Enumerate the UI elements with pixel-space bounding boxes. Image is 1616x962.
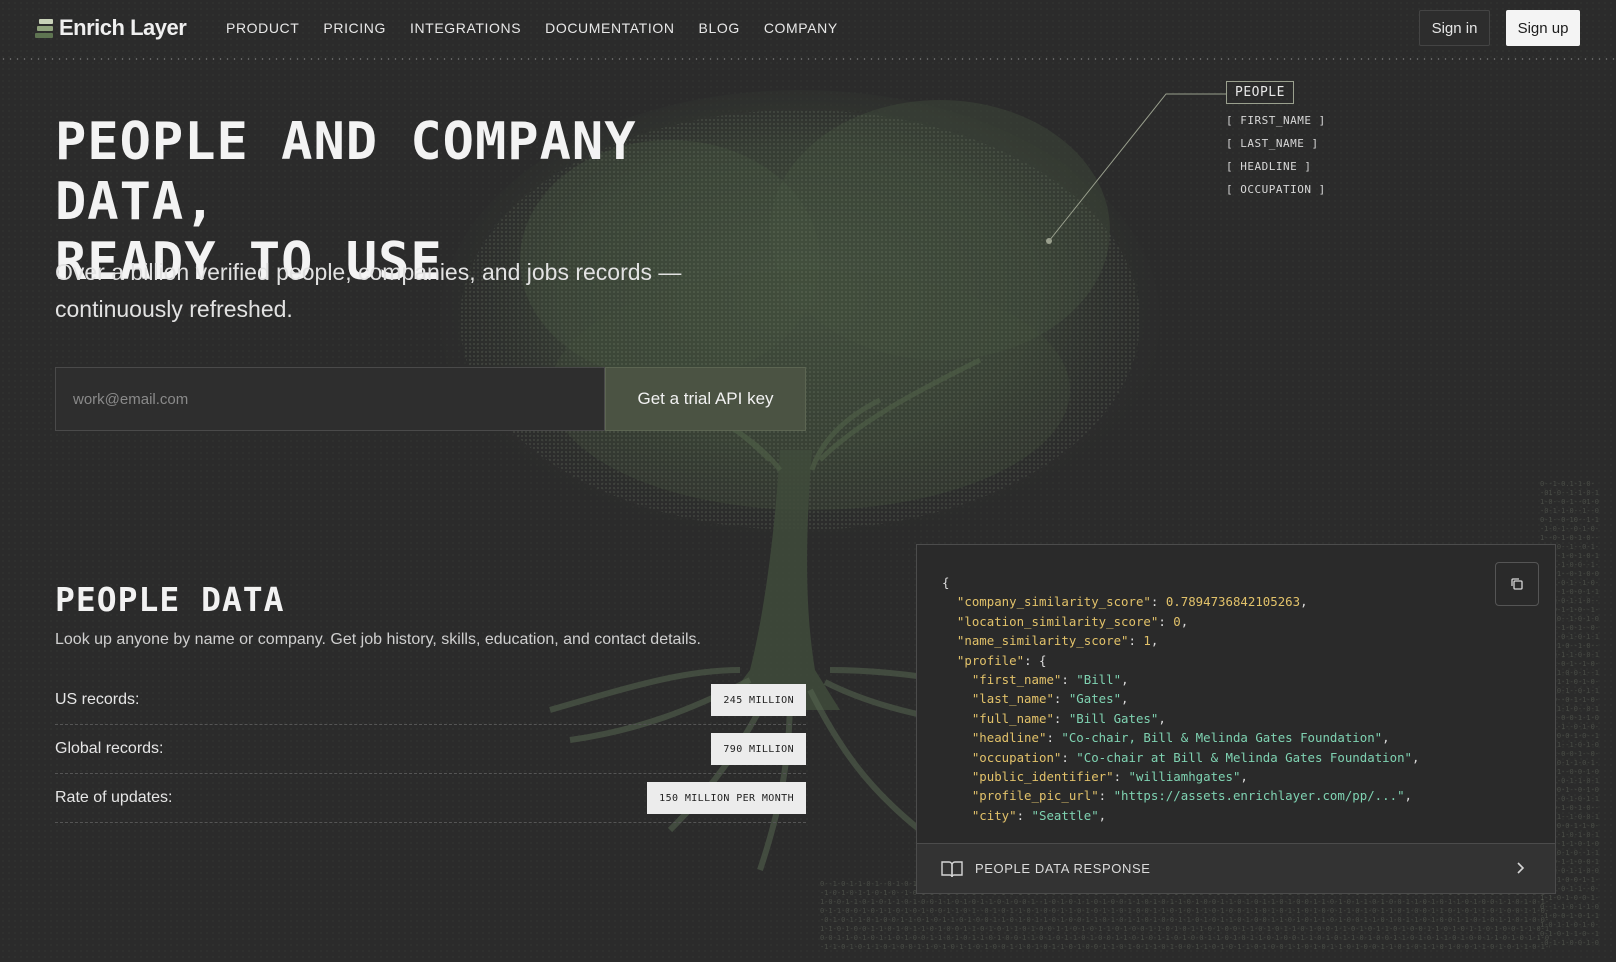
stat-badge: 245 MILLION bbox=[711, 684, 806, 716]
site-header: Enrich Layer PRODUCT PRICING INTEGRATION… bbox=[0, 0, 1616, 60]
hero-title-line-1: PEOPLE AND COMPANY DATA, bbox=[55, 112, 637, 232]
code-key: "location_similarity_score" bbox=[956, 613, 1159, 629]
code-string: "https://assets.enrichlayer.com/pp/..." bbox=[1113, 788, 1405, 804]
stat-row-us-records: US records: 245 MILLION bbox=[55, 676, 806, 725]
code-string: "Seattle" bbox=[1031, 807, 1099, 823]
code-key: "last_name" bbox=[971, 691, 1054, 707]
main-nav: PRODUCT PRICING INTEGRATIONS DOCUMENTATI… bbox=[226, 0, 838, 56]
schema-title: PEOPLE bbox=[1226, 81, 1294, 104]
code-key: "profile" bbox=[956, 652, 1025, 668]
code-number: 0.7894736842105263 bbox=[1165, 594, 1301, 610]
nav-documentation[interactable]: DOCUMENTATION bbox=[545, 20, 674, 36]
stat-badge: 790 MILLION bbox=[711, 733, 806, 765]
code-key: "first_name" bbox=[971, 672, 1062, 688]
code-line: "company_similarity_score": 0.7894736842… bbox=[956, 594, 1308, 610]
copy-button[interactable] bbox=[1495, 562, 1539, 606]
code-line: "last_name": "Gates", bbox=[971, 691, 1129, 707]
chevron-right-icon bbox=[1517, 862, 1525, 874]
people-data-description: Look up anyone by name or company. Get j… bbox=[55, 631, 701, 648]
code-line: "full_name": "Bill Gates", bbox=[971, 710, 1166, 726]
stat-row-global-records: Global records: 790 MILLION bbox=[55, 725, 806, 774]
code-line: "profile_pic_url": "https://assets.enric… bbox=[971, 788, 1412, 804]
code-key: "occupation" bbox=[971, 749, 1062, 765]
hero-subtitle: Over a billion verified people, companie… bbox=[55, 259, 682, 322]
code-line: "first_name": "Bill", bbox=[971, 672, 1129, 688]
code-line: "city": "Seattle", bbox=[971, 807, 1107, 823]
code-key: "company_similarity_score" bbox=[956, 594, 1151, 610]
code-key: "headline" bbox=[971, 730, 1047, 746]
stat-badge: 150 MILLION PER MONTH bbox=[647, 782, 806, 814]
email-input[interactable] bbox=[55, 367, 605, 431]
code-key: "full_name" bbox=[971, 710, 1054, 726]
logo-text: Enrich Layer bbox=[59, 15, 187, 40]
code-line: "name_similarity_score": 1, bbox=[956, 633, 1159, 649]
code-key: "profile_pic_url" bbox=[971, 788, 1099, 804]
stat-label: Rate of updates: bbox=[55, 789, 173, 806]
get-trial-api-key-button[interactable]: Get a trial API key bbox=[605, 367, 806, 431]
stat-row-rate-of-updates: Rate of updates: 150 MILLION PER MONTH bbox=[55, 774, 806, 823]
code-string: "Co-chair, Bill & Melinda Gates Foundati… bbox=[1061, 730, 1383, 746]
code-key: "name_similarity_score" bbox=[956, 633, 1129, 649]
code-line: { bbox=[942, 575, 950, 590]
code-line: "location_similarity_score": 0, bbox=[956, 613, 1189, 629]
logo[interactable]: Enrich Layer bbox=[35, 15, 187, 41]
code-string: "Bill Gates" bbox=[1068, 710, 1159, 726]
people-data-title: PEOPLE DATA bbox=[55, 580, 285, 619]
stat-label: Global records: bbox=[55, 740, 164, 757]
schema-field-first-name: [ FIRST_NAME ] bbox=[1226, 114, 1326, 127]
schema-field-occupation: [ OCCUPATION ] bbox=[1226, 183, 1326, 196]
code-string: "Bill" bbox=[1076, 672, 1122, 688]
schema-field-last-name: [ LAST_NAME ] bbox=[1226, 137, 1319, 150]
code-string: "Gates" bbox=[1068, 691, 1122, 707]
code-string: "Co-chair at Bill & Melinda Gates Founda… bbox=[1076, 749, 1412, 765]
logo-bar-bottom bbox=[35, 33, 53, 38]
code-key: "city" bbox=[971, 807, 1017, 823]
json-response-panel: { "company_similarity_score": 0.78947368… bbox=[916, 544, 1556, 894]
code-line: "public_identifier": "williamhgates", bbox=[971, 769, 1248, 785]
people-stats-list: US records: 245 MILLION Global records: … bbox=[55, 676, 806, 823]
code-key: "public_identifier" bbox=[971, 769, 1114, 785]
sign-up-button[interactable]: Sign up bbox=[1506, 10, 1580, 46]
nav-blog[interactable]: BLOG bbox=[699, 20, 740, 36]
logo-bar-top bbox=[39, 19, 53, 24]
schema-field-headline: [ HEADLINE ] bbox=[1226, 160, 1312, 173]
response-footer-toggle[interactable]: PEOPLE DATA RESPONSE bbox=[917, 843, 1555, 893]
code-number: 0 bbox=[1173, 613, 1181, 629]
book-open-icon bbox=[941, 860, 963, 877]
nav-pricing[interactable]: PRICING bbox=[323, 20, 386, 36]
code-line: "occupation": "Co-chair at Bill & Melind… bbox=[971, 749, 1420, 765]
logo-bar-middle bbox=[37, 26, 53, 31]
code-number: 1 bbox=[1143, 633, 1151, 649]
response-footer-label: PEOPLE DATA RESPONSE bbox=[975, 861, 1151, 876]
nav-integrations[interactable]: INTEGRATIONS bbox=[410, 20, 521, 36]
nav-product[interactable]: PRODUCT bbox=[226, 20, 299, 36]
stat-label: US records: bbox=[55, 691, 140, 708]
nav-company[interactable]: COMPANY bbox=[764, 20, 838, 36]
logo-icon bbox=[35, 18, 53, 38]
people-schema-card: PEOPLE [ FIRST_NAME ] [ LAST_NAME ] [ HE… bbox=[1226, 81, 1326, 196]
trial-signup-form: Get a trial API key bbox=[55, 367, 806, 431]
code-line: "headline": "Co-chair, Bill & Melinda Ga… bbox=[971, 730, 1390, 746]
sign-in-button[interactable]: Sign in bbox=[1419, 10, 1490, 46]
code-line: "profile": { bbox=[956, 652, 1047, 668]
copy-icon bbox=[1511, 578, 1523, 590]
code-string: "williamhgates" bbox=[1128, 769, 1241, 785]
json-code-block[interactable]: { "company_similarity_score": 0.78947368… bbox=[917, 545, 1555, 845]
